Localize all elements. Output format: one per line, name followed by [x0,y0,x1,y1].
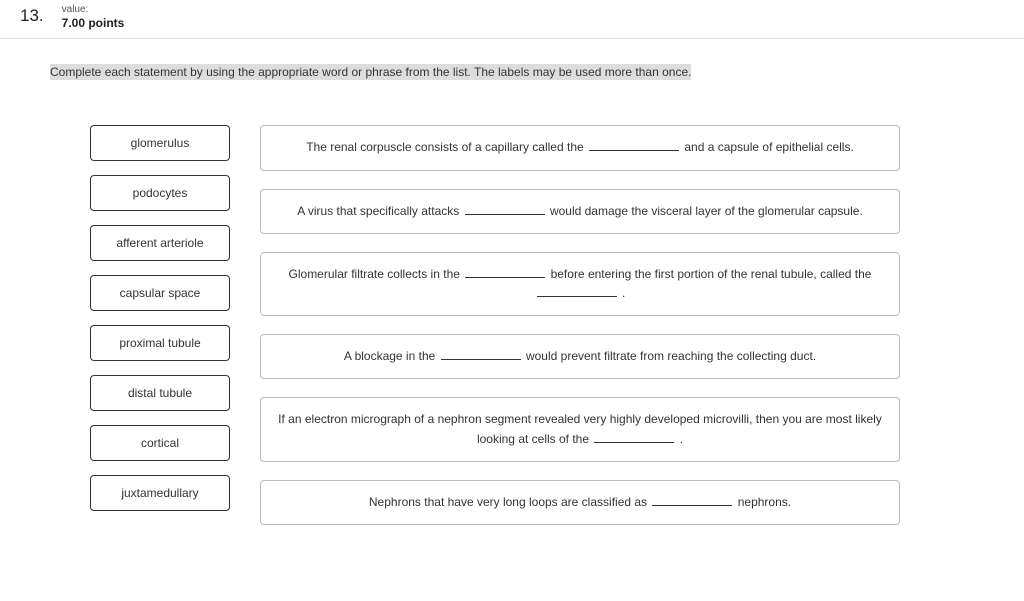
statement-text: . [619,286,626,300]
target-statement-6[interactable]: Nephrons that have very long loops are c… [260,480,900,525]
statement-text: before entering the first portion of the… [547,267,871,281]
statement-text: If an electron micrograph of a nephron s… [278,412,882,445]
statement-text: nephrons. [734,495,791,509]
fill-blank[interactable] [441,349,521,360]
label-podocytes[interactable]: podocytes [90,175,230,211]
statement-text: A virus that specifically attacks [297,204,462,218]
statement-text: Glomerular filtrate collects in the [289,267,464,281]
statement-text: would damage the visceral layer of the g… [547,204,863,218]
fill-blank[interactable] [589,141,679,152]
value-label: value: [62,4,125,16]
statement-text: would prevent filtrate from reaching the… [523,349,816,363]
labels-column: glomerulus podocytes afferent arteriole … [90,125,230,511]
label-capsular-space[interactable]: capsular space [90,275,230,311]
target-statement-4[interactable]: A blockage in the would prevent filtrate… [260,334,900,379]
label-afferent-arteriole[interactable]: afferent arteriole [90,225,230,261]
targets-column: The renal corpuscle consists of a capill… [260,125,900,525]
label-cortical[interactable]: cortical [90,425,230,461]
target-statement-5[interactable]: If an electron micrograph of a nephron s… [260,397,900,461]
label-proximal-tubule[interactable]: proximal tubule [90,325,230,361]
question-number: 13. [20,6,44,26]
fill-blank[interactable] [465,204,545,215]
statement-text: and a capsule of epithelial cells. [681,140,854,154]
question-header: 13. value: 7.00 points [0,0,1024,39]
drag-drop-activity: glomerulus podocytes afferent arteriole … [50,125,974,525]
fill-blank[interactable] [652,495,732,506]
statement-text: Nephrons that have very long loops are c… [369,495,651,509]
fill-blank[interactable] [537,286,617,297]
label-glomerulus[interactable]: glomerulus [90,125,230,161]
fill-blank[interactable] [594,432,674,443]
target-statement-1[interactable]: The renal corpuscle consists of a capill… [260,125,900,170]
statement-text: A blockage in the [344,349,439,363]
statement-text: . [676,432,683,446]
instructions-text: Complete each statement by using the app… [50,64,691,80]
statement-text: The renal corpuscle consists of a capill… [306,140,587,154]
value-block: value: 7.00 points [62,4,125,30]
content-area: Complete each statement by using the app… [0,39,1024,545]
target-statement-2[interactable]: A virus that specifically attacks would … [260,189,900,234]
label-distal-tubule[interactable]: distal tubule [90,375,230,411]
label-juxtamedullary[interactable]: juxtamedullary [90,475,230,511]
value-points: 7.00 points [62,16,125,30]
fill-blank[interactable] [465,267,545,278]
target-statement-3[interactable]: Glomerular filtrate collects in the befo… [260,252,900,316]
